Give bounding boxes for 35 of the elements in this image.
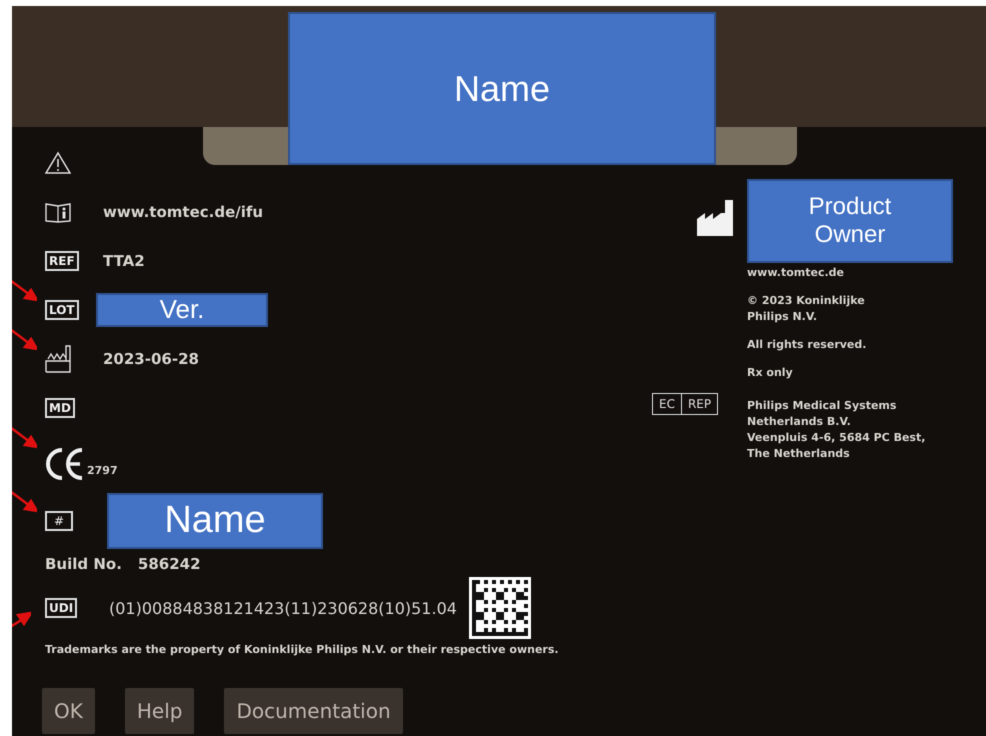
book-icon <box>45 200 71 222</box>
annotation-label: Ver. <box>96 292 268 326</box>
info-text: Rx only <box>747 365 794 381</box>
dialog-button[interactable]: Documentation <box>224 688 403 734</box>
build-label: Build No. <box>45 555 122 573</box>
dialog-button[interactable]: Help <box>124 688 194 734</box>
address-line: Veenpluis 4-6, 5684 PC Best, <box>747 430 926 446</box>
address-line: The Netherlands <box>747 446 851 462</box>
warning-icon <box>45 150 71 174</box>
value-text: 2797 <box>87 464 118 476</box>
value-text: TTA2 <box>103 252 145 270</box>
symbol-label: REF <box>45 250 79 270</box>
address-line: Philips Medical Systems <box>747 398 898 414</box>
symbol-label: MD <box>45 398 75 418</box>
symbol-label: # <box>45 510 74 530</box>
udi-code: (01)00884838121423(11)230628(10)51.04 <box>109 598 457 618</box>
info-text: All rights reserved. <box>747 337 868 353</box>
factory-outline-icon <box>45 344 71 372</box>
info-text: © 2023 Koninklijke Philips N.V. <box>747 293 866 325</box>
symbol-label: LOT <box>45 300 79 320</box>
trademark-text: Trademarks are the property of Koninklijke Philips N.V. or their respective owners. <box>45 643 560 656</box>
ec-rep-symbol: EC REP <box>652 393 718 415</box>
annotation-label: Name <box>288 12 716 165</box>
link[interactable]: www.tomtec.de/ifu <box>103 202 264 220</box>
ce-mark-icon <box>45 446 85 482</box>
build-number: 586242 <box>138 555 201 573</box>
factory-icon <box>696 199 734 237</box>
info-text: www.tomtec.de <box>747 265 845 281</box>
symbol-label: UDI <box>45 598 78 618</box>
value-text: 2023-06-28 <box>103 350 199 368</box>
annotation-label: Product Owner <box>747 179 953 263</box>
dialog-button[interactable]: OK <box>42 688 95 734</box>
address-line: Netherlands B.V. <box>747 414 852 430</box>
matrix-code <box>468 577 531 639</box>
annotation-label: Name <box>107 492 323 548</box>
